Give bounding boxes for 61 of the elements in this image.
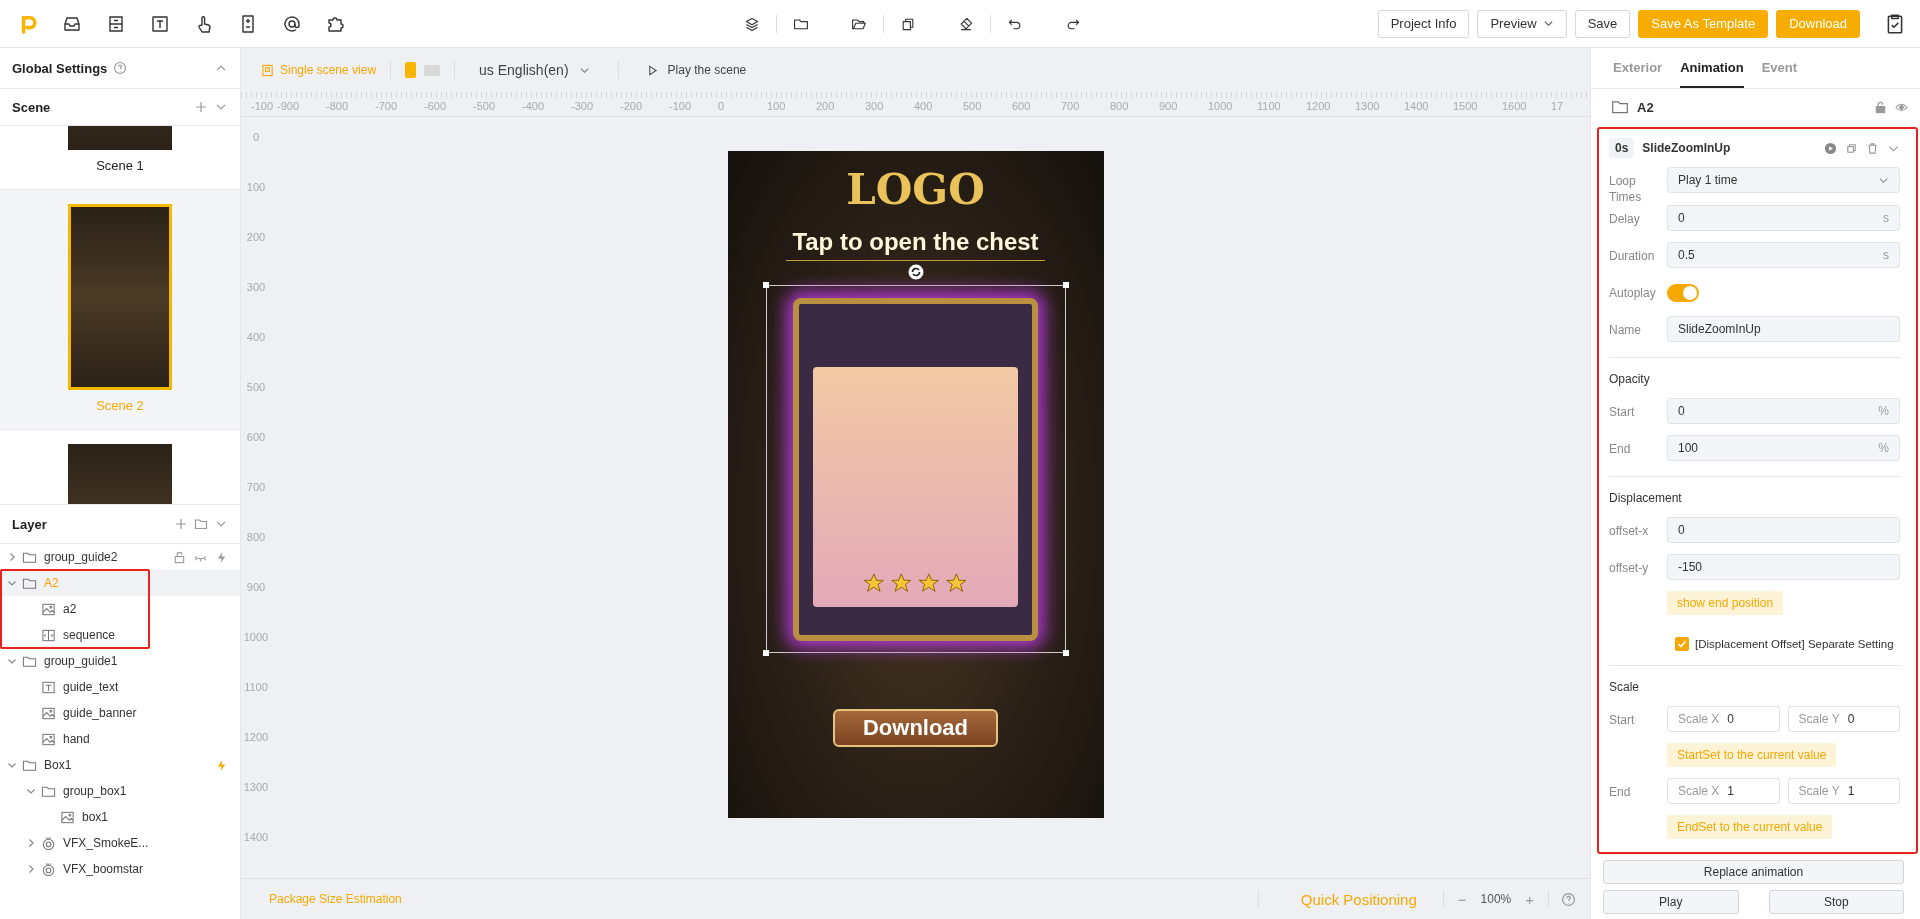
- element-name: A2: [1637, 99, 1654, 115]
- input-field[interactable]: 0: [1667, 517, 1900, 543]
- vertical-ruler: 0 100 200 300 400 500 600 700 800 900 1000 1100 1200 1300 1400: [242, 130, 270, 845]
- field-label: Autoplay: [1609, 285, 1657, 301]
- stop-button[interactable]: Stop: [1768, 890, 1904, 914]
- field-label: Loop Times: [1609, 173, 1643, 205]
- layer-item[interactable]: VFX_SmokeE...: [0, 830, 240, 856]
- input-field[interactable]: Scale Y 1: [1787, 778, 1900, 804]
- toolbar-button[interactable]: Project Info: [1377, 9, 1470, 38]
- zoom-level: 100%: [1480, 892, 1512, 906]
- field-label: Name: [1609, 322, 1642, 338]
- panel-tab[interactable]: Animation: [1680, 48, 1744, 88]
- input-field[interactable]: 0 s: [1667, 205, 1900, 231]
- language-dropdown[interactable]: us English(en): [469, 62, 604, 78]
- field-label: Delay: [1609, 211, 1641, 227]
- input-field[interactable]: Scale Y 0: [1787, 706, 1900, 732]
- scene-item[interactable]: Scene 1: [0, 126, 240, 190]
- input-field[interactable]: 0.5 s: [1667, 242, 1900, 268]
- play-scene-button[interactable]: Play the scene: [632, 62, 753, 78]
- layer-item[interactable]: sequence: [0, 622, 240, 648]
- panel-title: Scene: [12, 99, 51, 115]
- layer-item[interactable]: group_guide2: [0, 544, 240, 570]
- layer-item[interactable]: guide_banner: [0, 700, 240, 726]
- section-title: Displacement: [1609, 491, 1683, 505]
- field-label: offset-y: [1609, 560, 1650, 576]
- field-label: End: [1609, 784, 1632, 800]
- play-button[interactable]: Play: [1603, 890, 1739, 914]
- layer-item[interactable]: hand: [0, 726, 240, 752]
- section-title: Opacity: [1609, 372, 1651, 386]
- checkbox-label: [Displacement Offset] Separate Setting: [1695, 637, 1894, 650]
- input-field[interactable]: SlideZoomInUp: [1667, 316, 1900, 342]
- layer-item[interactable]: VFX_boomstar: [0, 856, 240, 882]
- section-title: Scale: [1609, 680, 1641, 694]
- logo-title: LOGO: [846, 165, 985, 215]
- input-field[interactable]: Scale X 0: [1667, 706, 1780, 732]
- toolbar-button[interactable]: Preview: [1477, 9, 1567, 38]
- loop-select[interactable]: Play 1 time: [1667, 167, 1900, 193]
- layer-item[interactable]: Box1: [0, 752, 240, 778]
- layer-item[interactable]: group_guide1: [0, 648, 240, 674]
- animation-name: SlideZoomInUp: [1642, 141, 1731, 155]
- input-field[interactable]: 0 %: [1667, 398, 1900, 424]
- panel-title: Layer: [12, 516, 47, 532]
- caption-text: Tap to open the chest: [786, 227, 1045, 261]
- horizontal-ruler: -100 -900 -800 -700 -600 -500 -400 -300 -200 -100 0 100 200 300 400 500 600 700 800 900 1000 1100 1200 1300 1400 1500 1600 17: [241, 92, 1590, 117]
- layer-item[interactable]: guide_text: [0, 674, 240, 700]
- layer-item[interactable]: group_box1: [0, 778, 240, 804]
- layer-item[interactable]: a2: [0, 596, 240, 622]
- field-label: Start: [1609, 712, 1636, 728]
- download-banner: Download: [832, 709, 999, 747]
- input-field[interactable]: Scale X 1: [1667, 778, 1780, 804]
- field-label: Start: [1609, 404, 1636, 420]
- field-label: Duration: [1609, 248, 1656, 264]
- layer-item[interactable]: box1: [0, 804, 240, 830]
- time-badge: 0s: [1609, 138, 1635, 158]
- field-label: End: [1609, 441, 1632, 457]
- input-field[interactable]: 100 %: [1667, 435, 1900, 461]
- field-label: offset-x: [1609, 523, 1650, 539]
- input-field[interactable]: -150: [1667, 554, 1900, 580]
- replace-animation-button[interactable]: Replace animation: [1603, 860, 1904, 884]
- panel-title: Global Settings: [12, 60, 108, 76]
- toolbar-button[interactable]: Save: [1574, 9, 1631, 38]
